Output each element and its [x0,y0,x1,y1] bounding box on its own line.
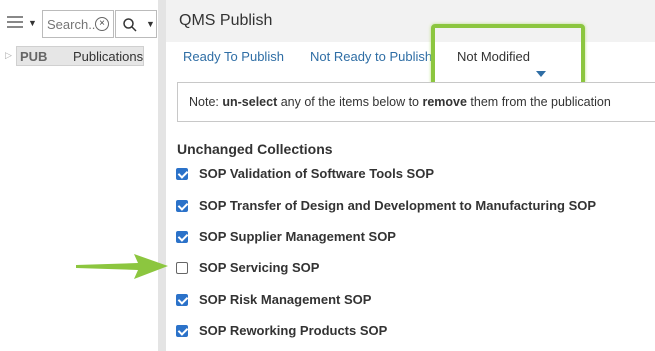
note-bold-unselect: un-select [222,95,278,109]
list-item: SOP Validation of Software Tools SOP [176,165,646,185]
highlight-box [431,24,585,86]
search-button[interactable]: ▼ [115,10,157,38]
list-item: SOP Servicing SOP [176,259,646,279]
tree-node[interactable]: PUB Publications [16,46,144,66]
info-note: Note: un-select any of the items below t… [177,82,655,122]
list-item: SOP Risk Management SOP [176,291,646,311]
item-checkbox[interactable] [176,168,188,180]
tree-item-publications[interactable]: ▷ PUB Publications [0,46,158,66]
note-bold-remove: remove [422,95,467,109]
search-icon [123,18,137,32]
item-label: SOP Supplier Management SOP [199,229,396,244]
tab-ready-to-publish[interactable]: Ready To Publish [183,49,284,64]
item-label: SOP Validation of Software Tools SOP [199,166,435,181]
tab-not-ready-to-publish[interactable]: Not Ready to Publish [310,49,432,64]
item-checkbox[interactable] [176,325,188,337]
item-label: SOP Servicing SOP [199,260,320,275]
search-input[interactable] [47,16,95,32]
chevron-down-icon: ▼ [28,18,37,28]
menu-icon [7,16,23,30]
item-label: SOP Reworking Products SOP [199,323,388,338]
pane-splitter[interactable] [158,0,166,351]
app-window: ▼ × ▼ ▷ PUB Publications [0,0,655,351]
chevron-down-icon: ▼ [146,19,155,29]
note-suffix: them from the publication [466,95,611,109]
tree-node-code: PUB [20,49,48,64]
section-title: Unchanged Collections [177,141,333,157]
pointer-arrow [76,254,168,279]
search-box: × [42,10,114,38]
list-item: SOP Transfer of Design and Development t… [176,197,646,217]
menu-button[interactable]: ▼ [4,12,40,38]
item-checkbox[interactable] [176,294,188,306]
list-item: SOP Reworking Products SOP [176,322,646,342]
tree-expand-icon[interactable]: ▷ [5,50,12,61]
tree-node-label: Publications [73,49,144,64]
clear-icon[interactable]: × [95,17,109,31]
page-title: QMS Publish [179,12,273,29]
left-toolbar: ▼ × ▼ [0,0,158,48]
note-middle: any of the items below to [277,95,423,109]
item-checkbox[interactable] [176,262,188,274]
main-pane: QMS Publish Ready To Publish Not Ready t… [166,0,655,351]
item-label: SOP Transfer of Design and Development t… [199,198,597,213]
item-label: SOP Risk Management SOP [199,292,372,307]
left-pane: ▼ × ▼ ▷ PUB Publications [0,0,158,351]
note-prefix: Note: [189,95,223,109]
list-item: SOP Supplier Management SOP [176,228,646,248]
item-checkbox[interactable] [176,231,188,243]
item-checkbox[interactable] [176,200,188,212]
